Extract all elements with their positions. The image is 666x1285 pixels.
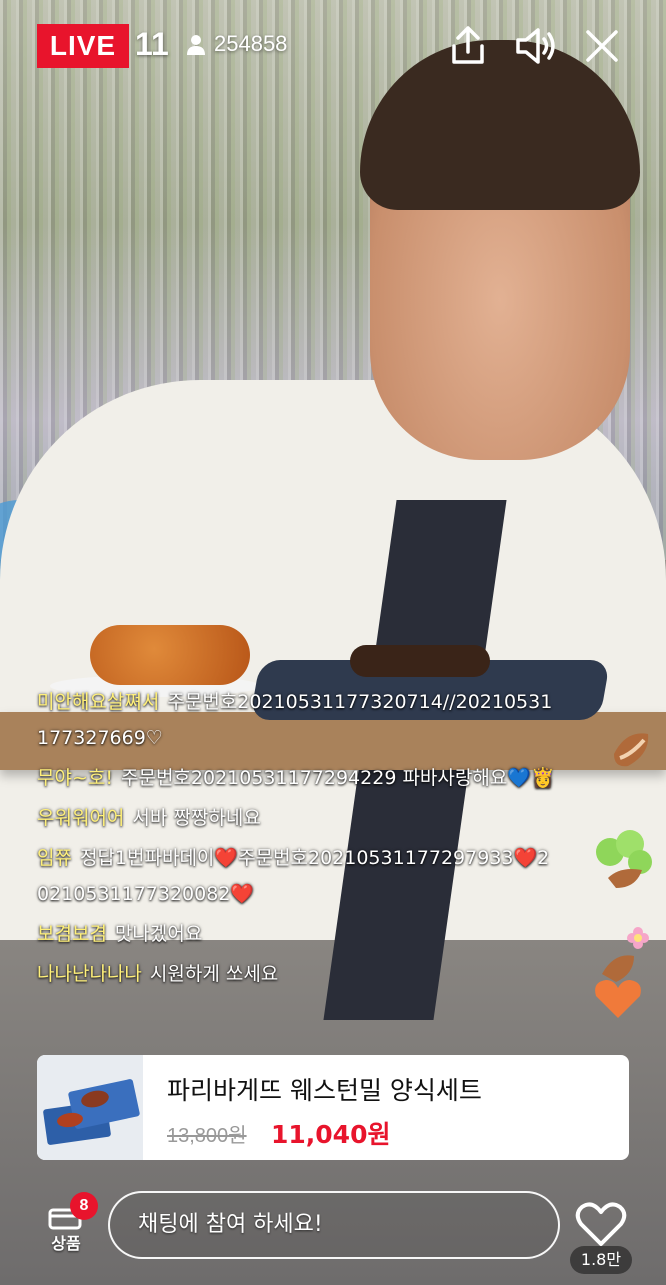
chat-username: 임쮸 xyxy=(37,847,72,869)
chestnut-sticker-icon xyxy=(614,733,649,767)
top-bar: LIVE 11 254858 xyxy=(0,0,666,90)
chat-username: 보겸보겸 xyxy=(37,923,107,945)
chat-message: 무야~호! 주문번호20210531177294229 파바사랑해요💙👸 xyxy=(37,760,557,796)
original-price: 13,800원 xyxy=(167,1125,247,1147)
live-number: 11 xyxy=(135,26,169,62)
chat-text: 맛나겠어요 xyxy=(114,923,203,945)
viewer-count: 254858 xyxy=(214,31,288,56)
chat-message: 나나난나나나 시원하게 쏘세요 xyxy=(37,956,557,992)
chat-text: 서바 짱짱하네요 xyxy=(132,807,261,829)
product-thumbnail xyxy=(37,1055,143,1160)
heart-icon xyxy=(575,1202,627,1246)
chat-message: 보겸보겸 맛나겠어요 xyxy=(37,916,557,952)
chat-username: 무야~호! xyxy=(37,767,113,789)
product-name: 파리바게뜨 웨스턴밀 양식세트 xyxy=(167,1076,482,1105)
share-icon xyxy=(452,26,484,64)
chat-input[interactable]: 채팅에 참여 하세요! xyxy=(108,1191,560,1259)
share-button[interactable] xyxy=(444,22,492,70)
viewer-icon xyxy=(187,35,205,55)
clover-sticker-icon xyxy=(596,830,652,888)
chat-username: 나나난나나나 xyxy=(37,963,142,985)
sale-price: 11,040원 xyxy=(271,1120,391,1149)
sound-button[interactable] xyxy=(512,22,560,70)
heart-sticker-icon xyxy=(595,955,641,1018)
speaker-icon xyxy=(516,28,555,64)
chat-text: 시원하게 쏘세요 xyxy=(149,963,279,985)
like-count: 1.8만 xyxy=(570,1246,632,1274)
chat-text: 정답1번파바데이❤️주문번호20210531177297933❤️2021053… xyxy=(37,847,550,905)
chat-text: 주문번호20210531177294229 파바사랑해요💙👸 xyxy=(120,767,555,789)
chat-message: 임쮸 정답1번파바데이❤️주문번호20210531177297933❤️20210… xyxy=(37,840,557,912)
chat-username: 우워워어어 xyxy=(37,807,125,829)
products-count-badge: 8 xyxy=(70,1192,98,1220)
black-bean-noodles xyxy=(350,645,490,677)
products-button[interactable]: 8 상품 xyxy=(40,1192,98,1258)
chat-message: 우워워어어 서바 짱짱하네요 xyxy=(37,800,557,836)
chat-list: 미안해요살쪄서 주문번호20210531177320714//2021053117… xyxy=(37,684,557,996)
like-button[interactable] xyxy=(574,1200,628,1250)
chat-username: 미안해요살쪄서 xyxy=(37,691,160,713)
chat-message: 미안해요살쪄서 주문번호20210531177320714//2021053117… xyxy=(37,684,557,756)
live-badge: LIVE xyxy=(37,24,129,68)
products-label: 상품 xyxy=(51,1234,81,1253)
close-icon xyxy=(586,30,618,62)
close-button[interactable] xyxy=(578,22,626,70)
product-card[interactable]: 파리바게뜨 웨스턴밀 양식세트 13,800원 11,040원 xyxy=(37,1055,629,1160)
fried-chicken xyxy=(90,625,250,685)
